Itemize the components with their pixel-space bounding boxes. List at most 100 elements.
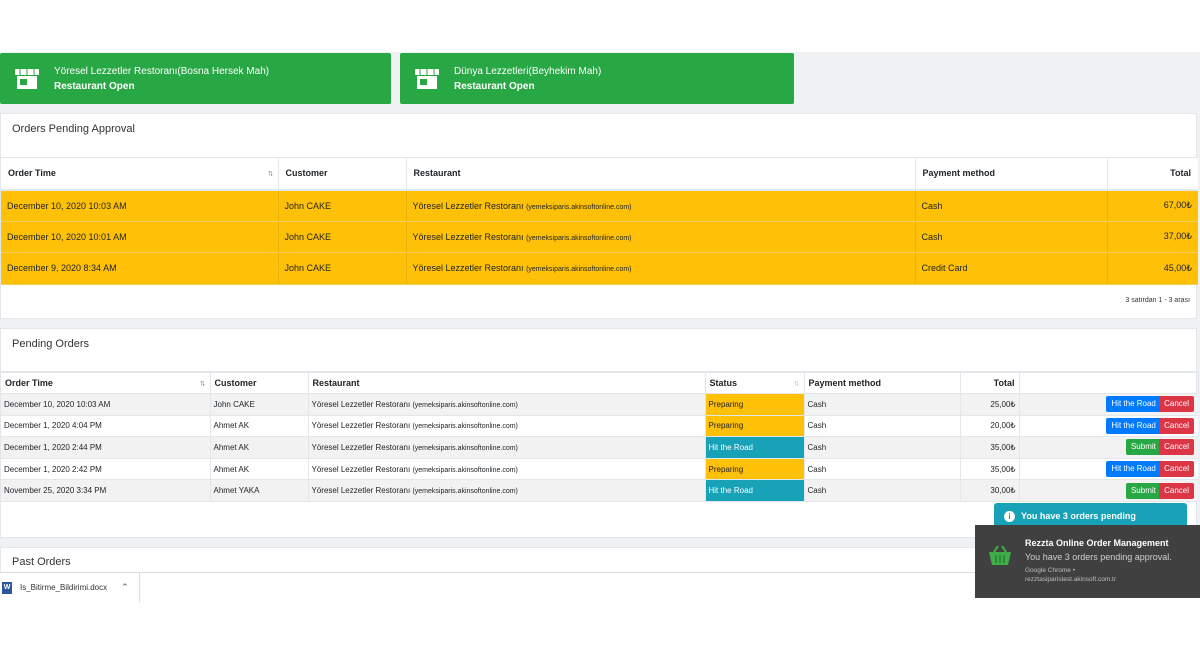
notification-title: Rezzta Online Order Management xyxy=(1025,538,1169,548)
customer: Ahmet AK xyxy=(210,458,309,481)
submit-button[interactable]: Submit xyxy=(1125,439,1161,456)
table-row[interactable]: December 10, 2020 10:03 AM John CAKE Yör… xyxy=(1,393,1198,416)
cancel-button[interactable]: Cancel xyxy=(1159,439,1194,456)
chevron-up-icon[interactable]: ⌃ xyxy=(121,582,129,593)
cancel-button[interactable]: Cancel xyxy=(1159,417,1194,434)
payment-method: Cash xyxy=(804,393,961,416)
total: 30,00₺ xyxy=(960,479,1020,502)
customer: John CAKE xyxy=(278,189,407,222)
column-header-total[interactable]: Total xyxy=(1107,157,1198,191)
download-item[interactable]: W Is_Bitirme_Bildirimi.docx ⌃ xyxy=(0,573,140,602)
word-file-icon: W xyxy=(2,581,12,594)
row-actions: Hit the Road Cancel xyxy=(1019,415,1198,438)
column-header-customer[interactable]: Customer xyxy=(278,157,407,191)
toast-text: You have 3 orders pending xyxy=(1021,511,1136,521)
table-row[interactable]: December 1, 2020 4:04 PM Ahmet AK Yörese… xyxy=(1,415,1198,438)
payment-method: Cash xyxy=(804,458,961,481)
status-badge: Hit the Road xyxy=(705,436,805,459)
total: 67,00₺ xyxy=(1107,189,1198,222)
shopping-basket-icon xyxy=(989,545,1011,565)
info-icon: i xyxy=(1004,510,1015,522)
customer: Ahmet YAKA xyxy=(210,479,309,502)
payment-method: Cash xyxy=(915,189,1108,222)
sort-icon[interactable]: ↑↓ xyxy=(200,379,206,388)
order-time: December 1, 2020 4:04 PM xyxy=(1,415,211,438)
notification-message: You have 3 orders pending approval. xyxy=(1025,552,1172,562)
panel-title: Pending Orders xyxy=(1,329,1196,372)
restaurant: Yöresel Lezzetler Restoranı (yemeksipari… xyxy=(406,189,916,222)
order-time: December 9, 2020 8:34 AM xyxy=(1,252,279,285)
column-header-order-time[interactable]: Order Time ↑↓ xyxy=(1,157,279,191)
download-filename: Is_Bitirme_Bildirimi.docx xyxy=(20,583,108,592)
restaurant-status: Restaurant Open xyxy=(54,80,135,92)
top-blank-area xyxy=(0,0,1200,52)
status-badge: Preparing xyxy=(705,415,805,438)
payment-method: Cash xyxy=(915,221,1108,253)
submit-button[interactable]: Submit xyxy=(1125,482,1161,499)
customer: John CAKE xyxy=(278,221,407,253)
total: 35,00₺ xyxy=(960,458,1020,481)
panel-title: Orders Pending Approval xyxy=(12,123,135,135)
row-actions: Hit the Road Cancel xyxy=(1019,458,1198,481)
table-row[interactable]: December 10, 2020 10:01 AM John CAKE Yör… xyxy=(1,221,1198,253)
cancel-button[interactable]: Cancel xyxy=(1159,396,1194,413)
notification-source: Google Chrome • rezztasiparistest.akinso… xyxy=(1025,567,1117,583)
status-badge: Preparing xyxy=(705,458,805,481)
total: 20,00₺ xyxy=(960,415,1020,438)
restaurant-card-2[interactable]: Dünya Lezzetleri(Beyhekim Mah) Restauran… xyxy=(400,53,794,104)
store-icon xyxy=(15,68,39,89)
table-row[interactable]: December 10, 2020 10:03 AM John CAKE Yör… xyxy=(1,189,1198,222)
payment-method: Credit Card xyxy=(915,252,1108,285)
restaurant: Yöresel Lezzetler Restoranı (yemeksipari… xyxy=(308,415,706,438)
sort-icon[interactable]: ↑↓ xyxy=(268,169,274,178)
cancel-button[interactable]: Cancel xyxy=(1159,461,1194,478)
chrome-notification[interactable]: Rezzta Online Order Management You have … xyxy=(975,525,1200,598)
restaurant-status: Restaurant Open xyxy=(454,80,535,92)
sort-icon[interactable]: ↑↓ xyxy=(794,379,800,388)
store-icon xyxy=(415,68,439,89)
restaurant-name: Yöresel Lezzetler Restoranı(Bosna Hersek… xyxy=(54,65,270,77)
column-header-restaurant[interactable]: Restaurant xyxy=(308,372,706,394)
table-row[interactable]: December 1, 2020 2:44 PM Ahmet AK Yörese… xyxy=(1,436,1198,459)
column-header-status[interactable]: Status ↑↓ xyxy=(705,372,805,394)
payment-method: Cash xyxy=(804,415,961,438)
table-row[interactable]: November 25, 2020 3:34 PM Ahmet YAKA Yör… xyxy=(1,479,1198,502)
column-header-actions xyxy=(1019,372,1199,394)
restaurant: Yöresel Lezzetler Restoranı (yemeksipari… xyxy=(406,252,916,285)
restaurant: Yöresel Lezzetler Restoranı (yemeksipari… xyxy=(308,436,706,459)
column-header-total[interactable]: Total xyxy=(960,372,1020,394)
hit-the-road-button[interactable]: Hit the Road xyxy=(1106,396,1161,413)
order-time: December 1, 2020 2:42 PM xyxy=(1,458,211,481)
hit-the-road-button[interactable]: Hit the Road xyxy=(1106,417,1161,434)
customer: Ahmet AK xyxy=(210,415,309,438)
restaurant: Yöresel Lezzetler Restoranı (yemeksipari… xyxy=(308,479,706,502)
restaurant: Yöresel Lezzetler Restoranı (yemeksipari… xyxy=(308,458,706,481)
row-actions: Submit Cancel xyxy=(1019,436,1198,459)
column-header-order-time[interactable]: Order Time ↑↓ xyxy=(1,372,211,394)
column-header-payment[interactable]: Payment method xyxy=(804,372,961,394)
restaurant-card-1[interactable]: Yöresel Lezzetler Restoranı(Bosna Hersek… xyxy=(0,53,391,104)
status-badge: Preparing xyxy=(705,393,805,416)
pagination-info: 3 satırdan 1 - 3 arası xyxy=(1125,296,1190,304)
column-header-restaurant[interactable]: Restaurant xyxy=(406,157,916,191)
row-actions: Submit Cancel xyxy=(1019,479,1198,502)
restaurant: Yöresel Lezzetler Restoranı (yemeksipari… xyxy=(308,393,706,416)
total: 35,00₺ xyxy=(960,436,1020,459)
cancel-button[interactable]: Cancel xyxy=(1159,482,1194,499)
table-row[interactable]: December 1, 2020 2:42 PM Ahmet AK Yörese… xyxy=(1,458,1198,481)
column-header-customer[interactable]: Customer xyxy=(210,372,309,394)
order-time: November 25, 2020 3:34 PM xyxy=(1,479,211,502)
column-header-payment[interactable]: Payment method xyxy=(915,157,1108,191)
customer: John CAKE xyxy=(210,393,309,416)
hit-the-road-button[interactable]: Hit the Road xyxy=(1106,461,1161,478)
customer: John CAKE xyxy=(278,252,407,285)
order-time: December 10, 2020 10:03 AM xyxy=(1,393,211,416)
pending-approval-table: Order Time ↑↓ Customer Restaurant Payment… xyxy=(1,157,1198,285)
total: 45,00₺ xyxy=(1107,252,1198,285)
pending-orders-table: Order Time ↑↓ Customer Restaurant Status ↑… xyxy=(1,372,1199,502)
order-time: December 10, 2020 10:03 AM xyxy=(1,189,279,222)
status-badge: Hit the Road xyxy=(705,479,805,502)
order-time: December 1, 2020 2:44 PM xyxy=(1,436,211,459)
restaurant: Yöresel Lezzetler Restoranı (yemeksipari… xyxy=(406,221,916,253)
table-row[interactable]: December 9, 2020 8:34 AM John CAKE Yöres… xyxy=(1,252,1198,285)
